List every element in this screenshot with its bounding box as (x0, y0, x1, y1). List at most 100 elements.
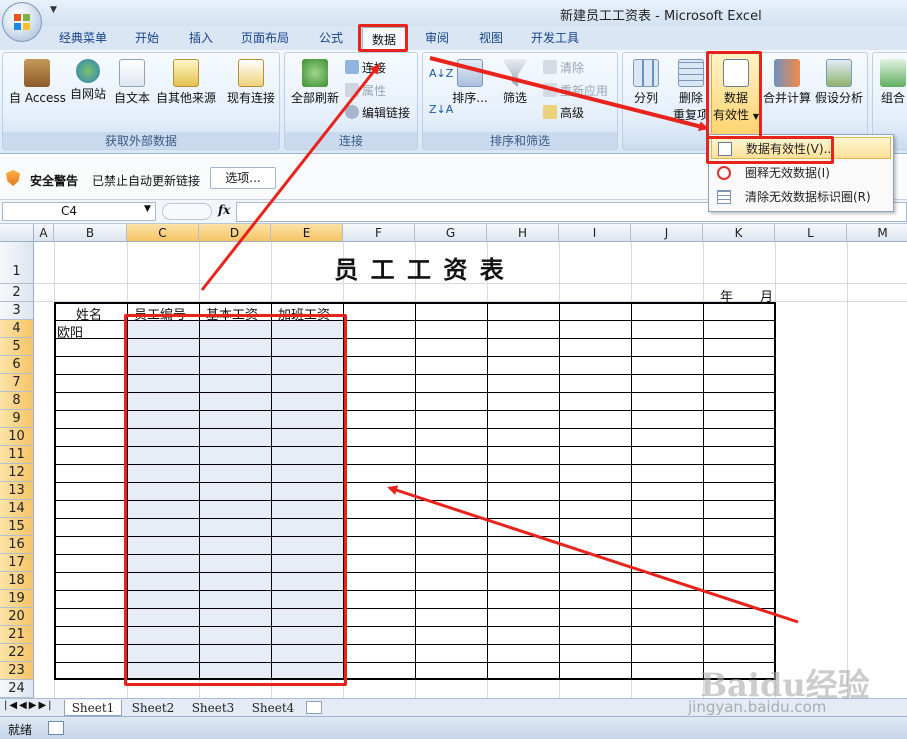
tab-developer[interactable]: 开发工具 (522, 26, 588, 50)
col-header-a[interactable]: A (34, 224, 54, 242)
from-web-button[interactable]: 自网站 (67, 59, 109, 102)
row-header-20[interactable]: 20 (0, 608, 34, 626)
circle-invalid-icon (717, 166, 731, 180)
reapply-label: 重新应用 (560, 84, 609, 98)
col-header-k[interactable]: K (703, 224, 775, 242)
col-header-g[interactable]: G (415, 224, 487, 242)
row-header-17[interactable]: 17 (0, 554, 34, 572)
row-header-19[interactable]: 19 (0, 590, 34, 608)
col-header-c[interactable]: C (127, 224, 199, 242)
cell-b4-name[interactable]: 欧阳 (57, 322, 83, 341)
clear-icon (543, 60, 557, 74)
annotation-validation-button-box (706, 51, 762, 139)
col-header-h[interactable]: H (487, 224, 559, 242)
sort-button[interactable]: 排序... (451, 59, 489, 106)
existing-connections-button[interactable]: 现有连接 (225, 59, 277, 106)
security-options-button[interactable]: 选项... (210, 167, 276, 189)
insert-sheet-icon[interactable] (306, 701, 322, 714)
menu-item-circle-invalid[interactable]: 圈释无效数据(I) (711, 162, 891, 184)
row-header-16[interactable]: 16 (0, 536, 34, 554)
col-header-b[interactable]: B (54, 224, 127, 242)
row-header-11[interactable]: 11 (0, 446, 34, 464)
filter-funnel-icon (502, 59, 528, 87)
tab-formulas[interactable]: 公式 (308, 26, 354, 50)
clear-filter-button[interactable]: 清除 (543, 59, 584, 76)
row-header-7[interactable]: 7 (0, 374, 34, 392)
from-text-button[interactable]: 自文本 (111, 59, 153, 106)
quick-access-dropdown-icon[interactable]: ▼ (50, 5, 57, 15)
properties-button[interactable]: 属性 (345, 82, 386, 99)
tab-page-layout[interactable]: 页面布局 (232, 26, 298, 50)
row-header-13[interactable]: 13 (0, 482, 34, 500)
row-header-4[interactable]: 4 (0, 320, 34, 338)
formula-cancel-enter-buttons[interactable] (162, 203, 212, 220)
annotation-menu-item-box (706, 136, 834, 164)
col-header-e[interactable]: E (271, 224, 343, 242)
sheet-tab-4[interactable]: Sheet4 (244, 700, 302, 716)
col-header-m[interactable]: M (847, 224, 907, 242)
insert-function-button[interactable]: fx (218, 203, 230, 217)
edit-links-button[interactable]: 编辑链接 (345, 104, 410, 121)
from-other-sources-button[interactable]: 自其他来源 (155, 59, 217, 106)
what-if-analysis-button[interactable]: 假设分析 (813, 59, 865, 106)
office-button[interactable] (2, 2, 42, 42)
col-header-f[interactable]: F (343, 224, 415, 242)
row-header-21[interactable]: 21 (0, 626, 34, 644)
connections-button[interactable]: 连接 (345, 59, 386, 76)
row-header-5[interactable]: 5 (0, 338, 34, 356)
refresh-all-button[interactable]: 全部刷新 (289, 59, 341, 106)
row-header-10[interactable]: 10 (0, 428, 34, 446)
row-header-23[interactable]: 23 (0, 662, 34, 680)
tab-review[interactable]: 审阅 (414, 26, 460, 50)
reapply-button[interactable]: 重新应用 (543, 82, 608, 99)
menu-item-clear-circles[interactable]: 清除无效数据标识圈(R) (711, 186, 891, 208)
select-all-corner[interactable] (0, 224, 34, 242)
row-header-24[interactable]: 24 (0, 680, 34, 698)
row-header-18[interactable]: 18 (0, 572, 34, 590)
group-button[interactable]: 组合 (877, 59, 907, 106)
col-header-i[interactable]: I (559, 224, 631, 242)
remove-duplicates-icon (678, 59, 704, 87)
macro-record-icon[interactable] (48, 721, 64, 735)
header-name: 姓名 (76, 308, 103, 323)
sheet-tab-2[interactable]: Sheet2 (124, 700, 182, 716)
tab-home[interactable]: 开始 (124, 26, 170, 50)
row-header-3[interactable]: 3 (0, 302, 34, 320)
row-header-15[interactable]: 15 (0, 518, 34, 536)
row-header-12[interactable]: 12 (0, 464, 34, 482)
connections-label: 连接 (362, 61, 387, 75)
tab-insert[interactable]: 插入 (178, 26, 224, 50)
col-header-j[interactable]: J (631, 224, 703, 242)
filter-button[interactable]: 筛选 (497, 59, 533, 106)
name-box[interactable]: C4 (2, 202, 156, 221)
group-label: 排序和筛选 (423, 132, 617, 148)
row-header-6[interactable]: 6 (0, 356, 34, 374)
col-header-d[interactable]: D (199, 224, 271, 242)
sort-label: 排序... (452, 91, 488, 105)
text-file-icon (119, 59, 145, 87)
sheet-tab-3[interactable]: Sheet3 (184, 700, 242, 716)
worksheet-grid[interactable]: A B C D E F G H I J K L M 1 2 3 4 5 6 7 … (0, 224, 907, 698)
row-header-14[interactable]: 14 (0, 500, 34, 518)
tab-view[interactable]: 视图 (468, 26, 514, 50)
row-header-1[interactable]: 1 (0, 242, 34, 284)
consolidate-button[interactable]: 合并计算 (763, 59, 811, 106)
sheet-nav-arrows-icon[interactable]: |◀◀▶▶| (4, 700, 54, 711)
row-header-8[interactable]: 8 (0, 392, 34, 410)
sort-desc-button[interactable]: Z↓A (429, 103, 453, 116)
from-access-button[interactable]: 自 Access (9, 59, 66, 106)
existing-connections-icon (238, 59, 264, 87)
name-box-dropdown-icon[interactable]: ▼ (144, 204, 151, 214)
table-column-line (631, 302, 632, 680)
window-title: 新建员工工资表 - Microsoft Excel (560, 9, 762, 24)
tab-classic-menu[interactable]: 经典菜单 (50, 26, 116, 50)
advanced-filter-button[interactable]: 高级 (543, 104, 584, 121)
row-header-22[interactable]: 22 (0, 644, 34, 662)
col-header-l[interactable]: L (775, 224, 847, 242)
sheet-tab-1[interactable]: Sheet1 (64, 700, 122, 716)
properties-icon (345, 83, 359, 97)
sort-asc-button[interactable]: A↓Z (429, 67, 453, 80)
row-header-9[interactable]: 9 (0, 410, 34, 428)
row-header-2[interactable]: 2 (0, 284, 34, 302)
text-to-columns-button[interactable]: 分列 (627, 59, 665, 106)
